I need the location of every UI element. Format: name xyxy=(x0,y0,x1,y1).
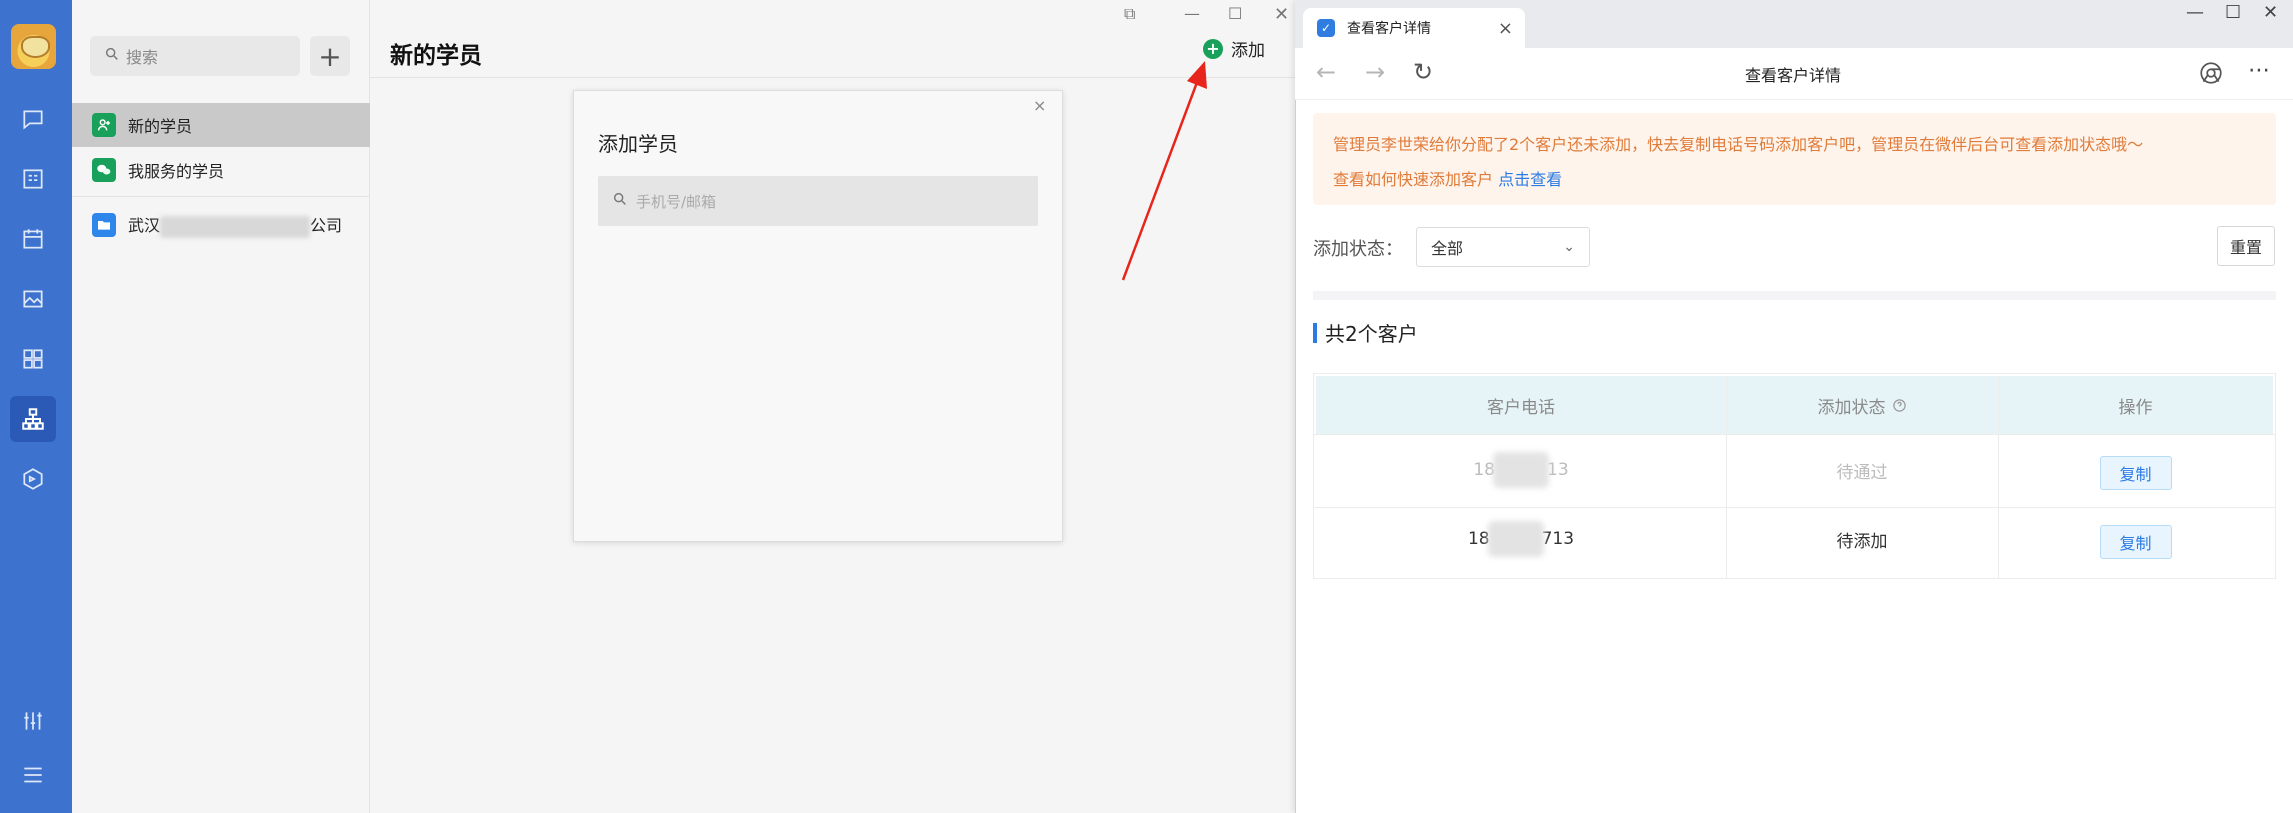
phone-suffix: 13 xyxy=(1547,460,1569,480)
annotation-arrow xyxy=(1121,61,1207,281)
chat-icon[interactable] xyxy=(18,104,48,134)
redacted-phone-digits xyxy=(1487,521,1544,557)
browser-maximize-icon[interactable]: ☐ xyxy=(2225,2,2241,23)
company-name-end: 公司 xyxy=(310,216,343,236)
sidebar-item-my-students[interactable]: 我服务的学员 xyxy=(72,148,370,192)
redacted-phone-digits xyxy=(1493,452,1549,488)
sidebar-item-company[interactable]: 武汉 公司 xyxy=(72,203,370,247)
status-header-label: 添加状态 xyxy=(1817,397,1886,418)
calendar-icon[interactable] xyxy=(18,224,48,254)
building-icon[interactable] xyxy=(18,164,48,194)
sidebar-item-label: 新的学员 xyxy=(128,117,193,136)
maximize-icon[interactable]: ☐ xyxy=(1228,4,1242,23)
reset-button[interactable]: 重置 xyxy=(2217,226,2275,266)
table-cell-phone: 18 713 xyxy=(1316,504,1726,574)
status-filter-select[interactable]: 全部 ⌄ xyxy=(1416,227,1590,267)
view-help-link[interactable]: 点击查看 xyxy=(1498,170,1562,189)
redacted-company-name xyxy=(160,215,311,238)
add-label: 添加 xyxy=(1231,41,1265,61)
notice-text: 管理员李世荣给你分配了2个客户还未添加，快去复制电话号码添加客户吧，管理员在微伴… xyxy=(1333,135,2144,154)
filter-label: 添加状态： xyxy=(1313,239,1403,260)
minimize-icon[interactable]: — xyxy=(1184,4,1200,23)
image-icon[interactable] xyxy=(18,284,48,314)
add-user-icon xyxy=(92,113,116,137)
phone-email-search-input[interactable]: 手机号/邮箱 xyxy=(598,176,1038,226)
table-cell-status: 待添加 xyxy=(1836,531,1888,552)
search-input[interactable]: 搜索 xyxy=(90,36,300,76)
app-nav-rail xyxy=(0,0,72,813)
help-circle-icon[interactable] xyxy=(1892,398,1907,413)
customer-count: 共2个客户 xyxy=(1325,322,1418,346)
dialog-title: 添加学员 xyxy=(598,132,678,156)
sidebar-divider xyxy=(72,196,370,197)
dialog-close-icon[interactable]: × xyxy=(1033,96,1046,115)
assignment-notice: 管理员李世荣给你分配了2个客户还未添加，快去复制电话号码添加客户吧，管理员在微伴… xyxy=(1313,113,2276,205)
more-options-icon[interactable]: ⋯ xyxy=(2248,58,2270,83)
tab-close-icon[interactable]: × xyxy=(1498,18,1513,39)
sidebar-item-label: 我服务的学员 xyxy=(128,162,225,181)
table-cell-action: 复制 xyxy=(1998,507,2273,577)
browser-extension-icon[interactable] xyxy=(2198,60,2224,90)
filter-selected-value: 全部 xyxy=(1431,239,1464,258)
chevron-down-icon: ⌄ xyxy=(1563,239,1575,255)
sidebar-item-new-students[interactable]: 新的学员 xyxy=(72,103,370,147)
settings-sliders-icon[interactable] xyxy=(18,706,48,736)
checkbox-favicon-icon: ✓ xyxy=(1317,19,1335,37)
add-student-dialog xyxy=(573,90,1063,542)
table-cell-status: 待通过 xyxy=(1836,462,1888,483)
copy-button[interactable]: 复制 xyxy=(2099,525,2172,559)
search-placeholder: 搜索 xyxy=(126,48,159,67)
browser-minimize-icon[interactable]: — xyxy=(2186,2,2204,23)
reload-icon[interactable]: ↻ xyxy=(1413,58,1433,86)
menu-icon[interactable] xyxy=(18,760,48,790)
org-chart-icon[interactable] xyxy=(10,396,56,442)
notice-help-text: 查看如何快速添加客户 xyxy=(1333,170,1494,189)
notice-help-line: 查看如何快速添加客户 点击查看 xyxy=(1333,162,2256,197)
phone-suffix: 713 xyxy=(1541,529,1575,549)
close-icon[interactable]: ✕ xyxy=(1274,4,1289,25)
phone-prefix: 18 xyxy=(1473,460,1495,480)
browser-tab[interactable]: ✓ 查看客户详情 × xyxy=(1303,8,1525,48)
column-header-status: 添加状态 xyxy=(1726,376,1998,434)
customer-count-heading: 共2个客户 xyxy=(1313,318,1418,347)
copy-button[interactable]: 复制 xyxy=(2099,456,2172,490)
page-title: 新的学员 xyxy=(390,43,482,69)
folder-icon xyxy=(92,213,116,237)
cube-icon[interactable] xyxy=(18,464,48,494)
sidebar-item-label: 武汉 公司 xyxy=(128,212,342,238)
company-name-start: 武汉 xyxy=(128,216,161,236)
column-header-action: 操作 xyxy=(1998,376,2273,434)
search-placeholder: 手机号/邮箱 xyxy=(636,192,717,211)
back-arrow-icon[interactable]: ← xyxy=(1316,58,1336,86)
apps-grid-icon[interactable] xyxy=(18,344,48,374)
heading-accent-bar xyxy=(1313,322,1317,343)
forward-arrow-icon[interactable]: → xyxy=(1365,58,1385,86)
search-icon xyxy=(104,46,120,66)
search-icon xyxy=(612,191,628,211)
tab-title: 查看客户详情 xyxy=(1347,21,1431,37)
browser-close-icon[interactable]: ✕ xyxy=(2263,2,2278,23)
section-divider xyxy=(1313,291,2276,300)
browser-page-title: 查看客户详情 xyxy=(1745,66,1842,85)
table-cell-action: 复制 xyxy=(1998,438,2273,508)
pin-window-icon[interactable]: ⧉ xyxy=(1124,4,1135,24)
wechat-icon xyxy=(92,158,116,182)
add-button[interactable]: + xyxy=(310,36,350,76)
phone-prefix: 18 xyxy=(1467,529,1490,549)
table-cell-phone: 18 13 xyxy=(1316,435,1726,505)
user-avatar[interactable] xyxy=(11,24,56,69)
column-header-phone: 客户电话 xyxy=(1316,376,1726,434)
